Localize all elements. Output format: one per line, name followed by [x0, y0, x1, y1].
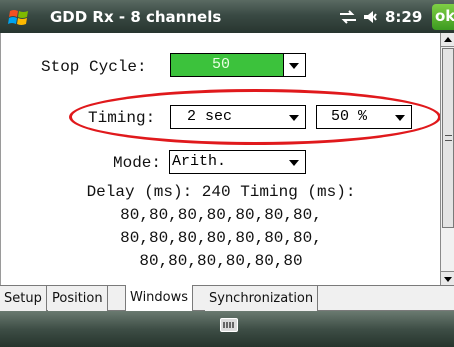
tab-windows[interactable]: Windows [125, 285, 194, 311]
delay-timing-text: Delay (ms): 240 Timing (ms): [86, 183, 356, 201]
timing-percent-dropdown[interactable]: 50 % [316, 105, 412, 129]
scroll-thumb[interactable] [442, 48, 454, 228]
stop-cycle-dropdown[interactable]: 50 [170, 53, 306, 77]
mode-label: Mode: [113, 154, 162, 172]
chevron-down-icon [289, 115, 299, 121]
grip-icon [445, 135, 452, 141]
scroll-down-arrow-icon[interactable] [441, 271, 454, 285]
tab-position[interactable]: Position [48, 286, 108, 311]
ok-button[interactable]: ok [432, 4, 454, 30]
tab-setup[interactable]: Setup [0, 286, 47, 311]
timing-values-line-2: 80,80,80,80,80,80,80, [120, 229, 322, 247]
volume-icon[interactable] [362, 8, 382, 26]
timing-value: 2 sec [187, 108, 233, 125]
scroll-up-arrow-icon[interactable] [441, 33, 454, 47]
timing-label: Timing: [88, 109, 156, 127]
app-title: GDD Rx - 8 channels [50, 8, 222, 26]
timing-dropdown[interactable]: 2 sec [170, 105, 306, 129]
chevron-down-icon [395, 115, 405, 121]
windows-panel: Stop Cycle: 50 Timing: 2 sec 50 % Mode: … [0, 33, 454, 285]
soft-key-bar [0, 311, 454, 347]
timing-percent-value: 50 % [331, 108, 368, 125]
title-bar: GDD Rx - 8 channels 8:29 ok [0, 0, 454, 33]
clock[interactable]: 8:29 [385, 8, 422, 26]
mode-dropdown[interactable]: Arith. [169, 150, 306, 174]
vertical-scrollbar[interactable] [440, 33, 454, 285]
timing-values-line-3: 80,80,80,80,80,80 [139, 252, 303, 270]
tab-strip: Setup Position Windows Synchronization [0, 285, 454, 311]
stop-cycle-value: 50 [211, 56, 230, 73]
stop-cycle-label: Stop Cycle: [41, 58, 147, 76]
tab-synchronization[interactable]: Synchronization [205, 286, 319, 311]
chevron-down-icon [289, 63, 299, 69]
keyboard-icon[interactable] [220, 318, 238, 332]
connectivity-icon[interactable] [338, 9, 358, 25]
mode-value: Arith. [172, 153, 227, 170]
timing-values-line-1: 80,80,80,80,80,80,80, [120, 206, 322, 224]
windows-start-icon[interactable] [8, 6, 30, 28]
chevron-down-icon [289, 160, 299, 166]
